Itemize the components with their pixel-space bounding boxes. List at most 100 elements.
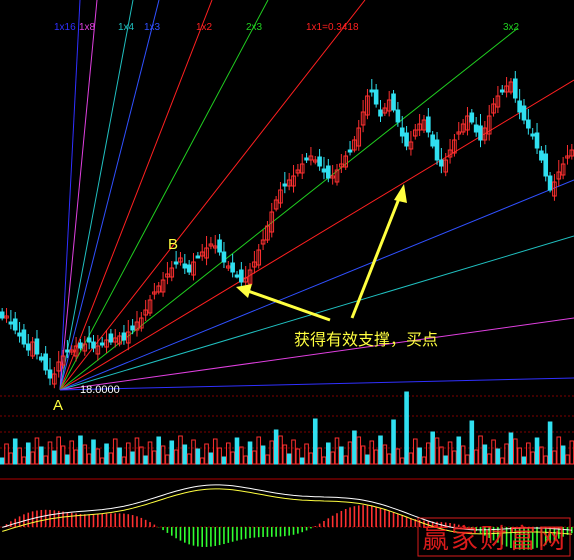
volume-bar (47, 441, 53, 465)
candle-body (86, 337, 92, 343)
candle-body (317, 156, 322, 167)
volume-bar (208, 452, 214, 465)
volume-bar (278, 435, 283, 465)
volume-bar (34, 437, 40, 465)
candle-body (282, 183, 288, 187)
volume-bar (417, 447, 422, 465)
gann-fan-labels: 1x16 1x8 1x4 1x3 1x2 2x3 1x1=0.3418 3x2 (54, 22, 520, 33)
volume-bar (178, 435, 183, 465)
volume-bar (299, 457, 305, 465)
volume-bar (434, 437, 440, 465)
candle-body (130, 325, 135, 331)
candle-body (378, 109, 383, 117)
volume-bar (530, 451, 535, 465)
volume-bar (556, 436, 562, 465)
volume-bar (491, 439, 496, 465)
volume-bar (99, 457, 105, 465)
fan-label-3: 1x3 (144, 22, 161, 33)
volume-bar (456, 436, 462, 465)
volume-bar (391, 419, 396, 465)
volume-bar (12, 438, 18, 465)
volume-bar (230, 451, 235, 465)
candle-body (404, 132, 409, 147)
volume-bar (256, 436, 262, 465)
candle-body (373, 89, 379, 105)
volume-bar (8, 452, 14, 465)
fan-line-low-1 (59, 179, 574, 391)
volume-bar (478, 435, 483, 465)
candle-body (304, 157, 309, 161)
candle-body (239, 269, 244, 283)
volume-bar (117, 447, 122, 465)
fan-label-1: 1x8 (79, 22, 96, 33)
candle-body (534, 132, 540, 149)
volume-bar (121, 456, 127, 465)
volume-bar (347, 441, 353, 465)
candle-body (182, 263, 188, 269)
volume-bar (273, 429, 279, 465)
candle-body (539, 150, 544, 161)
volume-bar (60, 445, 66, 465)
candle-body (478, 125, 483, 141)
volume-bar (521, 456, 527, 465)
volume-bar (291, 439, 296, 465)
volume-bar (339, 446, 344, 465)
volume-bar (69, 440, 75, 465)
candle-body (12, 318, 18, 331)
volume-bar (134, 437, 140, 465)
volume-bar (547, 421, 553, 465)
volume-bar (65, 454, 70, 465)
gann-fan-chart: 1x16 1x8 1x4 1x3 1x2 2x3 1x1=0.3418 3x2 获得有效支撑，… (0, 0, 574, 557)
candle-body (221, 251, 227, 263)
candle-body (391, 93, 396, 111)
candle-body (8, 321, 14, 325)
volume-bar (308, 452, 314, 465)
candle-body (195, 255, 201, 259)
fan-label-0: 1x16 (54, 22, 76, 33)
volume-bar (0, 457, 5, 465)
volume-bar (560, 445, 566, 465)
candle-body (47, 369, 53, 379)
volume-bar (321, 456, 327, 465)
volume-bar (473, 449, 479, 465)
volume-bar (360, 445, 366, 465)
volume-bar (504, 443, 509, 465)
volume-bar (243, 455, 248, 465)
volume-bar (169, 440, 175, 465)
candle-body (439, 159, 444, 167)
volume-bar (269, 440, 275, 465)
volume-bar (212, 438, 218, 465)
volume-bar (543, 455, 549, 465)
candle-body (473, 124, 479, 133)
fan-label-2: 1x4 (118, 22, 135, 33)
candle-body (543, 153, 549, 177)
candle-body (526, 119, 531, 129)
candle-body (25, 343, 31, 351)
volume-bar (91, 439, 96, 465)
candle-body (91, 341, 96, 349)
candle-body (517, 100, 522, 113)
origin-price-label: 18.0000 (80, 384, 120, 396)
fan-line-low-4 (59, 377, 574, 391)
point-b-label: B (168, 236, 178, 253)
volume-bar (334, 437, 340, 465)
volume-bar (565, 454, 570, 465)
volume-bar (139, 446, 144, 465)
candle-body (347, 149, 353, 153)
volume-bar (312, 418, 318, 465)
volume-bar (304, 443, 309, 465)
candle-body (369, 89, 375, 93)
arrow-left-head (236, 284, 252, 298)
candle-body (78, 342, 83, 349)
volume-bar (160, 445, 166, 465)
volume-bar (539, 446, 544, 465)
volume-bar (39, 446, 44, 465)
volume-bar (460, 445, 466, 465)
volume-bar (182, 444, 188, 465)
volume-bar (395, 448, 401, 465)
volume-bar (343, 455, 349, 465)
volume-bar (56, 436, 62, 465)
volume-bar (482, 444, 488, 465)
fan-label-5: 2x3 (246, 22, 263, 33)
volume-bar (512, 438, 518, 465)
